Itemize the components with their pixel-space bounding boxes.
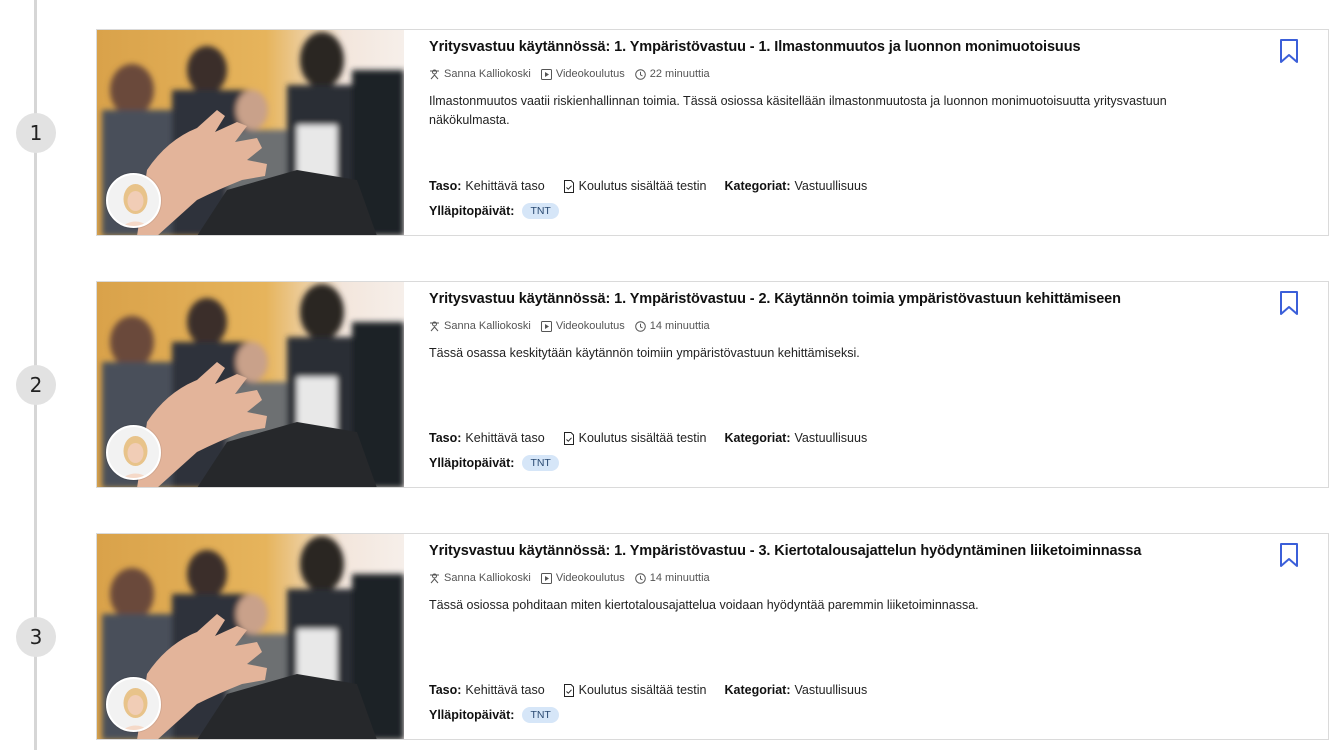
test-label: Koulutus sisältää testin xyxy=(578,431,707,445)
course-type: Videokoulutus xyxy=(540,320,625,332)
video-icon xyxy=(540,320,552,332)
level: Taso: Kehittävä taso xyxy=(429,179,545,193)
course-type-label: Videokoulutus xyxy=(555,572,625,584)
maintenance-label: Ylläpitopäivät: xyxy=(429,204,515,218)
course-card[interactable]: Yritysvastuu käytännössä: 1. Ympäristöva… xyxy=(96,533,1329,740)
duration-label: 22 minuuttia xyxy=(649,68,710,80)
author: Sanna Kalliokoski xyxy=(429,68,531,80)
category-label: Kategoriat: xyxy=(724,179,791,193)
bookmark-button[interactable] xyxy=(1277,38,1301,64)
step-number: 1 xyxy=(16,113,56,153)
maintenance-badge: TNT xyxy=(522,203,559,219)
instructor-icon xyxy=(430,69,439,79)
test-info: Koulutus sisältää testin xyxy=(563,431,707,445)
bookmark-button[interactable] xyxy=(1277,290,1301,316)
instructor-icon xyxy=(430,573,439,583)
instructor-avatar xyxy=(106,173,161,228)
course-type-label: Videokoulutus xyxy=(555,320,625,332)
maintenance-days: Ylläpitopäivät: TNT xyxy=(429,203,559,219)
category-value[interactable]: Vastuullisuus xyxy=(794,179,867,193)
duration-label: 14 minuuttia xyxy=(649,320,710,332)
test-info: Koulutus sisältää testin xyxy=(563,179,707,193)
author-name: Sanna Kalliokoski xyxy=(444,572,531,584)
course-description: Tässä osassa keskitytään käytännön toimi… xyxy=(429,346,860,360)
test-document-icon xyxy=(563,683,574,697)
course-thumbnail[interactable] xyxy=(97,282,404,487)
level-label: Taso: xyxy=(429,431,462,445)
category-label: Kategoriat: xyxy=(724,431,791,445)
course-attributes: Taso: Kehittävä taso Koulutus sisältää t… xyxy=(429,179,885,193)
course-description: Ilmastonmuutos vaatii riskienhallinnan t… xyxy=(429,94,1167,127)
course-meta: Sanna Kalliokoski Videokoulutus 22 minuu… xyxy=(429,68,710,80)
test-document-icon xyxy=(563,179,574,193)
level-label: Taso: xyxy=(429,179,462,193)
level-value: Kehittävä taso xyxy=(465,179,545,193)
video-icon xyxy=(540,68,552,80)
video-icon xyxy=(540,572,552,584)
level: Taso: Kehittävä taso xyxy=(429,683,545,697)
course-thumbnail[interactable] xyxy=(97,30,404,235)
course-type: Videokoulutus xyxy=(540,68,625,80)
course-attributes: Taso: Kehittävä taso Koulutus sisältää t… xyxy=(429,431,885,445)
course-card[interactable]: Yritysvastuu käytännössä: 1. Ympäristöva… xyxy=(96,281,1329,488)
category: Kategoriat: Vastuullisuus xyxy=(725,431,868,445)
author: Sanna Kalliokoski xyxy=(429,320,531,332)
level-value: Kehittävä taso xyxy=(465,431,545,445)
level-label: Taso: xyxy=(429,683,462,697)
category-label: Kategoriat: xyxy=(724,683,791,697)
author-name: Sanna Kalliokoski xyxy=(444,320,531,332)
duration-label: 14 minuuttia xyxy=(649,572,710,584)
category-value[interactable]: Vastuullisuus xyxy=(794,431,867,445)
author-name: Sanna Kalliokoski xyxy=(444,68,531,80)
duration: 14 minuuttia xyxy=(634,320,710,332)
maintenance-days: Ylläpitopäivät: TNT xyxy=(429,707,559,723)
course-meta: Sanna Kalliokoski Videokoulutus 14 minuu… xyxy=(429,572,710,584)
course-title[interactable]: Yritysvastuu käytännössä: 1. Ympäristöva… xyxy=(429,39,1288,55)
course-attributes: Taso: Kehittävä taso Koulutus sisältää t… xyxy=(429,683,885,697)
category: Kategoriat: Vastuullisuus xyxy=(725,179,868,193)
maintenance-days: Ylläpitopäivät: TNT xyxy=(429,455,559,471)
author: Sanna Kalliokoski xyxy=(429,572,531,584)
level-value: Kehittävä taso xyxy=(465,683,545,697)
category: Kategoriat: Vastuullisuus xyxy=(725,683,868,697)
instructor-avatar xyxy=(106,425,161,480)
instructor-icon xyxy=(430,321,439,331)
clock-icon xyxy=(634,68,646,80)
maintenance-badge: TNT xyxy=(522,455,559,471)
course-meta: Sanna Kalliokoski Videokoulutus 14 minuu… xyxy=(429,320,710,332)
bookmark-icon xyxy=(1280,291,1298,315)
test-document-icon xyxy=(563,431,574,445)
instructor-avatar xyxy=(106,677,161,732)
step-number: 2 xyxy=(16,365,56,405)
course-card[interactable]: Yritysvastuu käytännössä: 1. Ympäristöva… xyxy=(96,29,1329,236)
course-thumbnail[interactable] xyxy=(97,534,404,739)
test-label: Koulutus sisältää testin xyxy=(578,179,707,193)
clock-icon xyxy=(634,320,646,332)
level: Taso: Kehittävä taso xyxy=(429,431,545,445)
course-type: Videokoulutus xyxy=(540,572,625,584)
category-value[interactable]: Vastuullisuus xyxy=(794,683,867,697)
maintenance-badge: TNT xyxy=(522,707,559,723)
test-label: Koulutus sisältää testin xyxy=(578,683,707,697)
bookmark-icon xyxy=(1280,543,1298,567)
bookmark-button[interactable] xyxy=(1277,542,1301,568)
bookmark-icon xyxy=(1280,39,1298,63)
course-title[interactable]: Yritysvastuu käytännössä: 1. Ympäristöva… xyxy=(429,543,1288,559)
clock-icon xyxy=(634,572,646,584)
course-title[interactable]: Yritysvastuu käytännössä: 1. Ympäristöva… xyxy=(429,291,1288,307)
maintenance-label: Ylläpitopäivät: xyxy=(429,708,515,722)
course-description: Tässä osiossa pohditaan miten kiertotalo… xyxy=(429,598,979,612)
step-number: 3 xyxy=(16,617,56,657)
test-info: Koulutus sisältää testin xyxy=(563,683,707,697)
duration: 14 minuuttia xyxy=(634,572,710,584)
course-type-label: Videokoulutus xyxy=(555,68,625,80)
maintenance-label: Ylläpitopäivät: xyxy=(429,456,515,470)
duration: 22 minuuttia xyxy=(634,68,710,80)
